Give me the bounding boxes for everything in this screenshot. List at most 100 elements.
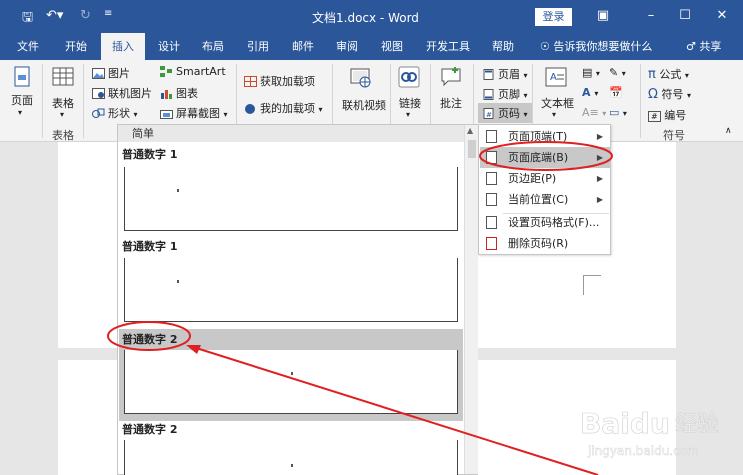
chevron-down-icon: ▾ [523, 71, 528, 80]
dropcap-icon: A≡ [582, 106, 599, 119]
tab-mailings[interactable]: 邮件 [284, 33, 322, 60]
collapse-ribbon-icon[interactable]: ∧ [725, 126, 732, 136]
page-number-menu: 页面顶端(T) ▶ 页面底端(B) ▶ 页边距(P) ▶ 当前位置(C) ▶ 设… [478, 124, 611, 255]
page-number-marker [177, 189, 179, 192]
page-number-button[interactable]: # 页码 ▾ [478, 103, 532, 123]
number-label: 编号 [664, 109, 687, 122]
header-button[interactable]: 页眉 ▾ [482, 66, 528, 82]
login-button[interactable]: 登录 [535, 8, 572, 26]
gallery-item-thumbnail[interactable] [124, 440, 458, 475]
signature-line-button[interactable]: ✎ ▾ [609, 66, 626, 79]
page-number-gallery[interactable]: 简单 普通数字 1 普通数字 1 普通数字 2 普通数字 2 ▲ [117, 124, 478, 475]
tab-review[interactable]: 审阅 [328, 33, 366, 60]
menu-item-top-of-page[interactable]: 页面顶端(T) ▶ [480, 126, 611, 147]
smartart-icon [160, 66, 172, 77]
tab-design[interactable]: 设计 [150, 33, 188, 60]
shapes-icon [92, 108, 105, 118]
gallery-scrollbar[interactable]: ▲ [464, 125, 478, 474]
scrollbar-thumb[interactable] [468, 140, 476, 158]
chevron-down-icon: ▾ [133, 110, 138, 119]
scroll-up-icon[interactable]: ▲ [467, 126, 473, 135]
save-icon[interactable]: 🖫 [22, 8, 33, 30]
page-number-icon: # [483, 108, 494, 119]
tell-me-search[interactable]: ☉ 告诉我你想要做什么 [540, 33, 652, 60]
link-icon [398, 66, 420, 88]
table-label: 表格 [52, 97, 74, 110]
gallery-item-thumbnail[interactable] [124, 167, 458, 231]
page-number-marker [291, 464, 293, 467]
page-label: 页面 [11, 94, 33, 107]
smartart-button[interactable]: SmartArt [160, 65, 226, 78]
format-page-numbers-icon [486, 216, 497, 229]
dropcap-button[interactable]: A≡ ▾ [582, 106, 606, 119]
chevron-down-icon: ▾ [621, 69, 626, 78]
pi-icon: π [648, 67, 656, 82]
screenshot-button[interactable]: 屏幕截图 ▾ [160, 105, 228, 121]
title-bar: 🖫 ↶▾ ↻ ≡ 文档1.docx - Word 登录 ▣ – ☐ ✕ [0, 0, 743, 33]
gallery-item-thumbnail[interactable] [124, 350, 458, 414]
tab-references[interactable]: 引用 [239, 33, 277, 60]
svg-text:#: # [486, 111, 492, 119]
menu-item-current-position[interactable]: 当前位置(C) ▶ [480, 189, 611, 210]
picture-button[interactable]: 图片 [92, 65, 130, 81]
close-icon[interactable]: ✕ [708, 6, 736, 26]
share-button[interactable]: ♂ 共享 [686, 33, 721, 60]
footer-label: 页脚 [498, 88, 520, 101]
signature-icon: ✎ [609, 66, 619, 79]
gallery-item-label: 普通数字 1 [122, 240, 178, 253]
ribbon-display-options-icon[interactable]: ▣ [589, 6, 617, 26]
tab-insert[interactable]: 插入 [101, 33, 145, 60]
my-addins-button[interactable]: 我的加载项 ▾ [244, 100, 323, 116]
tab-home[interactable]: 开始 [56, 33, 96, 60]
wordart-button[interactable]: A ▾ [582, 86, 598, 99]
symbol-button[interactable]: Ω 符号 ▾ [648, 86, 691, 102]
tab-view[interactable]: 视图 [373, 33, 411, 60]
chevron-down-icon: ▾ [595, 69, 600, 78]
svg-text:经验: 经验 [675, 412, 719, 437]
divider [42, 64, 43, 138]
gallery-item-thumbnail[interactable] [124, 258, 458, 322]
tab-help[interactable]: 帮助 [484, 33, 522, 60]
quick-parts-button[interactable]: ▤ ▾ [582, 66, 600, 79]
link-label: 链接 [399, 97, 421, 110]
undo-icon[interactable]: ↶▾ [46, 8, 63, 23]
tab-developer[interactable]: 开发工具 [420, 33, 476, 60]
menu-item-page-margins[interactable]: 页边距(P) ▶ [480, 168, 611, 189]
get-addins-label: 获取加载项 [260, 75, 315, 88]
comment-label: 批注 [440, 97, 462, 110]
menu-item-bottom-of-page[interactable]: 页面底端(B) ▶ [480, 147, 611, 168]
menu-item-remove-page-numbers[interactable]: 删除页码(R) [480, 233, 611, 254]
equation-button[interactable]: π 公式 ▾ [648, 66, 689, 82]
chart-label: 图表 [176, 87, 198, 100]
chevron-down-icon: ▾ [60, 110, 65, 119]
header-label: 页眉 [498, 68, 520, 81]
gallery-item-label: 普通数字 2 [122, 423, 178, 436]
tab-layout[interactable]: 布局 [194, 33, 232, 60]
menu-item-label: 设置页码格式(F)... [508, 216, 600, 229]
get-addins-button[interactable]: 获取加载项 [244, 73, 315, 89]
chevron-right-icon: ▶ [596, 195, 603, 204]
number-button[interactable]: # 编号 [648, 107, 686, 123]
chart-button[interactable]: 图表 [160, 85, 198, 101]
redo-icon[interactable]: ↻ [80, 8, 91, 23]
online-picture-label: 联机图片 [108, 87, 152, 100]
shapes-label: 形状 [108, 107, 130, 120]
chevron-down-icon: ▾ [602, 109, 607, 118]
object-button[interactable]: ▭ ▾ [609, 106, 627, 119]
store-icon [244, 76, 257, 87]
table-icon [52, 67, 74, 86]
menu-item-format-page-numbers[interactable]: 设置页码格式(F)... [480, 212, 611, 233]
footer-button[interactable]: 页脚 ▾ [482, 86, 528, 102]
shapes-button[interactable]: 形状 ▾ [92, 105, 138, 121]
page-top-icon [486, 130, 497, 143]
date-time-button[interactable]: 📅 [609, 86, 623, 99]
tab-file[interactable]: 文件 [8, 33, 48, 60]
baidu-watermark-logo: Baidu 经验 jingyan.baidu.com [580, 407, 719, 459]
ribbon-tabs: 文件 开始 插入 设计 布局 引用 邮件 审阅 视图 开发工具 帮助 ☉ 告诉我… [0, 33, 743, 60]
minimize-icon[interactable]: – [637, 6, 665, 26]
online-picture-button[interactable]: 联机图片 [92, 85, 152, 101]
page-number-marker [291, 372, 293, 375]
maximize-icon[interactable]: ☐ [671, 6, 699, 26]
customize-qat-icon[interactable]: ≡ [104, 8, 112, 19]
divider [83, 64, 84, 138]
